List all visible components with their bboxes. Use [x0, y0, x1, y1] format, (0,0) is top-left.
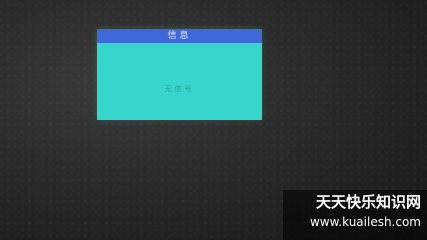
dialog-body: 无信号 — [97, 43, 262, 120]
info-dialog: 信息 无信号 — [97, 29, 262, 120]
watermark-site-name: 天天快乐知识网 — [315, 193, 421, 211]
no-signal-message: 无信号 — [164, 85, 195, 93]
dialog-title: 信息 — [97, 29, 262, 43]
watermark-url: www.kuailesh.com — [309, 215, 421, 229]
